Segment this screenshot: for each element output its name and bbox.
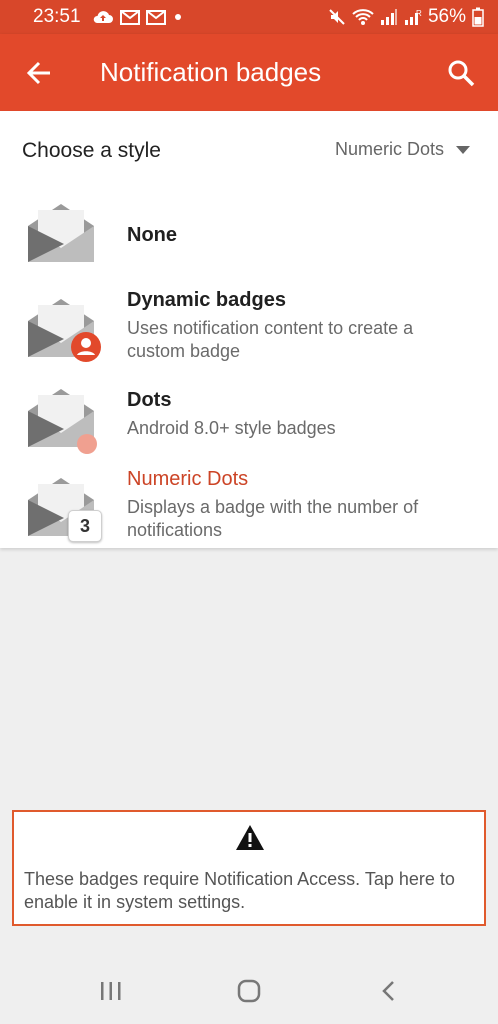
option-numeric-dots[interactable]: 3 Numeric Dots Displays a badge with the…: [0, 466, 498, 546]
cloud-upload-icon: [93, 11, 113, 23]
option-none[interactable]: None: [0, 196, 498, 276]
wifi-icon: [352, 9, 374, 25]
option-dynamic-badges[interactable]: Dynamic badges Uses notification content…: [0, 281, 498, 371]
app-bar: Notification badges: [0, 34, 498, 111]
number-badge: 3: [68, 510, 102, 542]
arrow-back-icon: [26, 61, 50, 85]
dot-icon: [175, 14, 181, 20]
home-icon: [237, 979, 261, 1003]
option-title: None: [127, 224, 177, 246]
navigation-bar: [0, 960, 498, 1024]
option-title: Dots: [127, 389, 172, 411]
recents-icon: [101, 982, 121, 1000]
chevron-down-icon: [456, 145, 470, 154]
style-dropdown-value: Numeric Dots: [334, 139, 444, 159]
battery-icon: [472, 7, 484, 27]
nav-back-button[interactable]: [374, 978, 404, 1006]
status-time: 23:51: [33, 6, 81, 27]
back-icon: [382, 981, 394, 1001]
option-title-selected: Numeric Dots: [127, 468, 249, 490]
signal-r-icon: R: [404, 9, 422, 25]
option-description: Uses notification content to create a cu…: [127, 318, 414, 361]
mute-icon: [329, 9, 345, 25]
option-description: Android 8.0+ style badges: [127, 418, 336, 438]
warning-icon: [236, 825, 264, 850]
mail-icon: [146, 9, 166, 25]
page-title: Notification badges: [100, 57, 322, 87]
home-button[interactable]: [234, 978, 264, 1006]
status-bar: 23:51 R 56%: [0, 0, 498, 34]
signal-icon: [380, 9, 397, 25]
banner-text: These badges require Notification Access…: [24, 869, 455, 912]
battery-percent: 56%: [427, 6, 466, 27]
notification-access-banner[interactable]: These badges require Notification Access…: [12, 810, 486, 926]
style-dropdown[interactable]: Numeric Dots: [335, 139, 470, 160]
choose-style-label: Choose a style: [22, 139, 161, 162]
search-icon: [448, 60, 475, 87]
mail-icon: [120, 9, 140, 25]
search-button[interactable]: [444, 56, 478, 90]
back-button[interactable]: [22, 56, 56, 90]
option-title: Dynamic badges: [127, 289, 286, 311]
badge-style-card: Choose a style Numeric Dots None Dynamic…: [0, 111, 498, 548]
svg-text:R: R: [416, 9, 422, 18]
recents-button[interactable]: [96, 978, 126, 1006]
envelope-icon: [28, 204, 94, 262]
person-badge-icon: [71, 332, 101, 362]
option-description: Displays a badge with the number of noti…: [127, 497, 419, 540]
option-dots[interactable]: Dots Android 8.0+ style badges: [0, 381, 498, 461]
status-system-icons: R 56%: [328, 6, 484, 28]
status-notification-icons: [92, 9, 184, 25]
dot-badge-icon: [77, 434, 97, 454]
